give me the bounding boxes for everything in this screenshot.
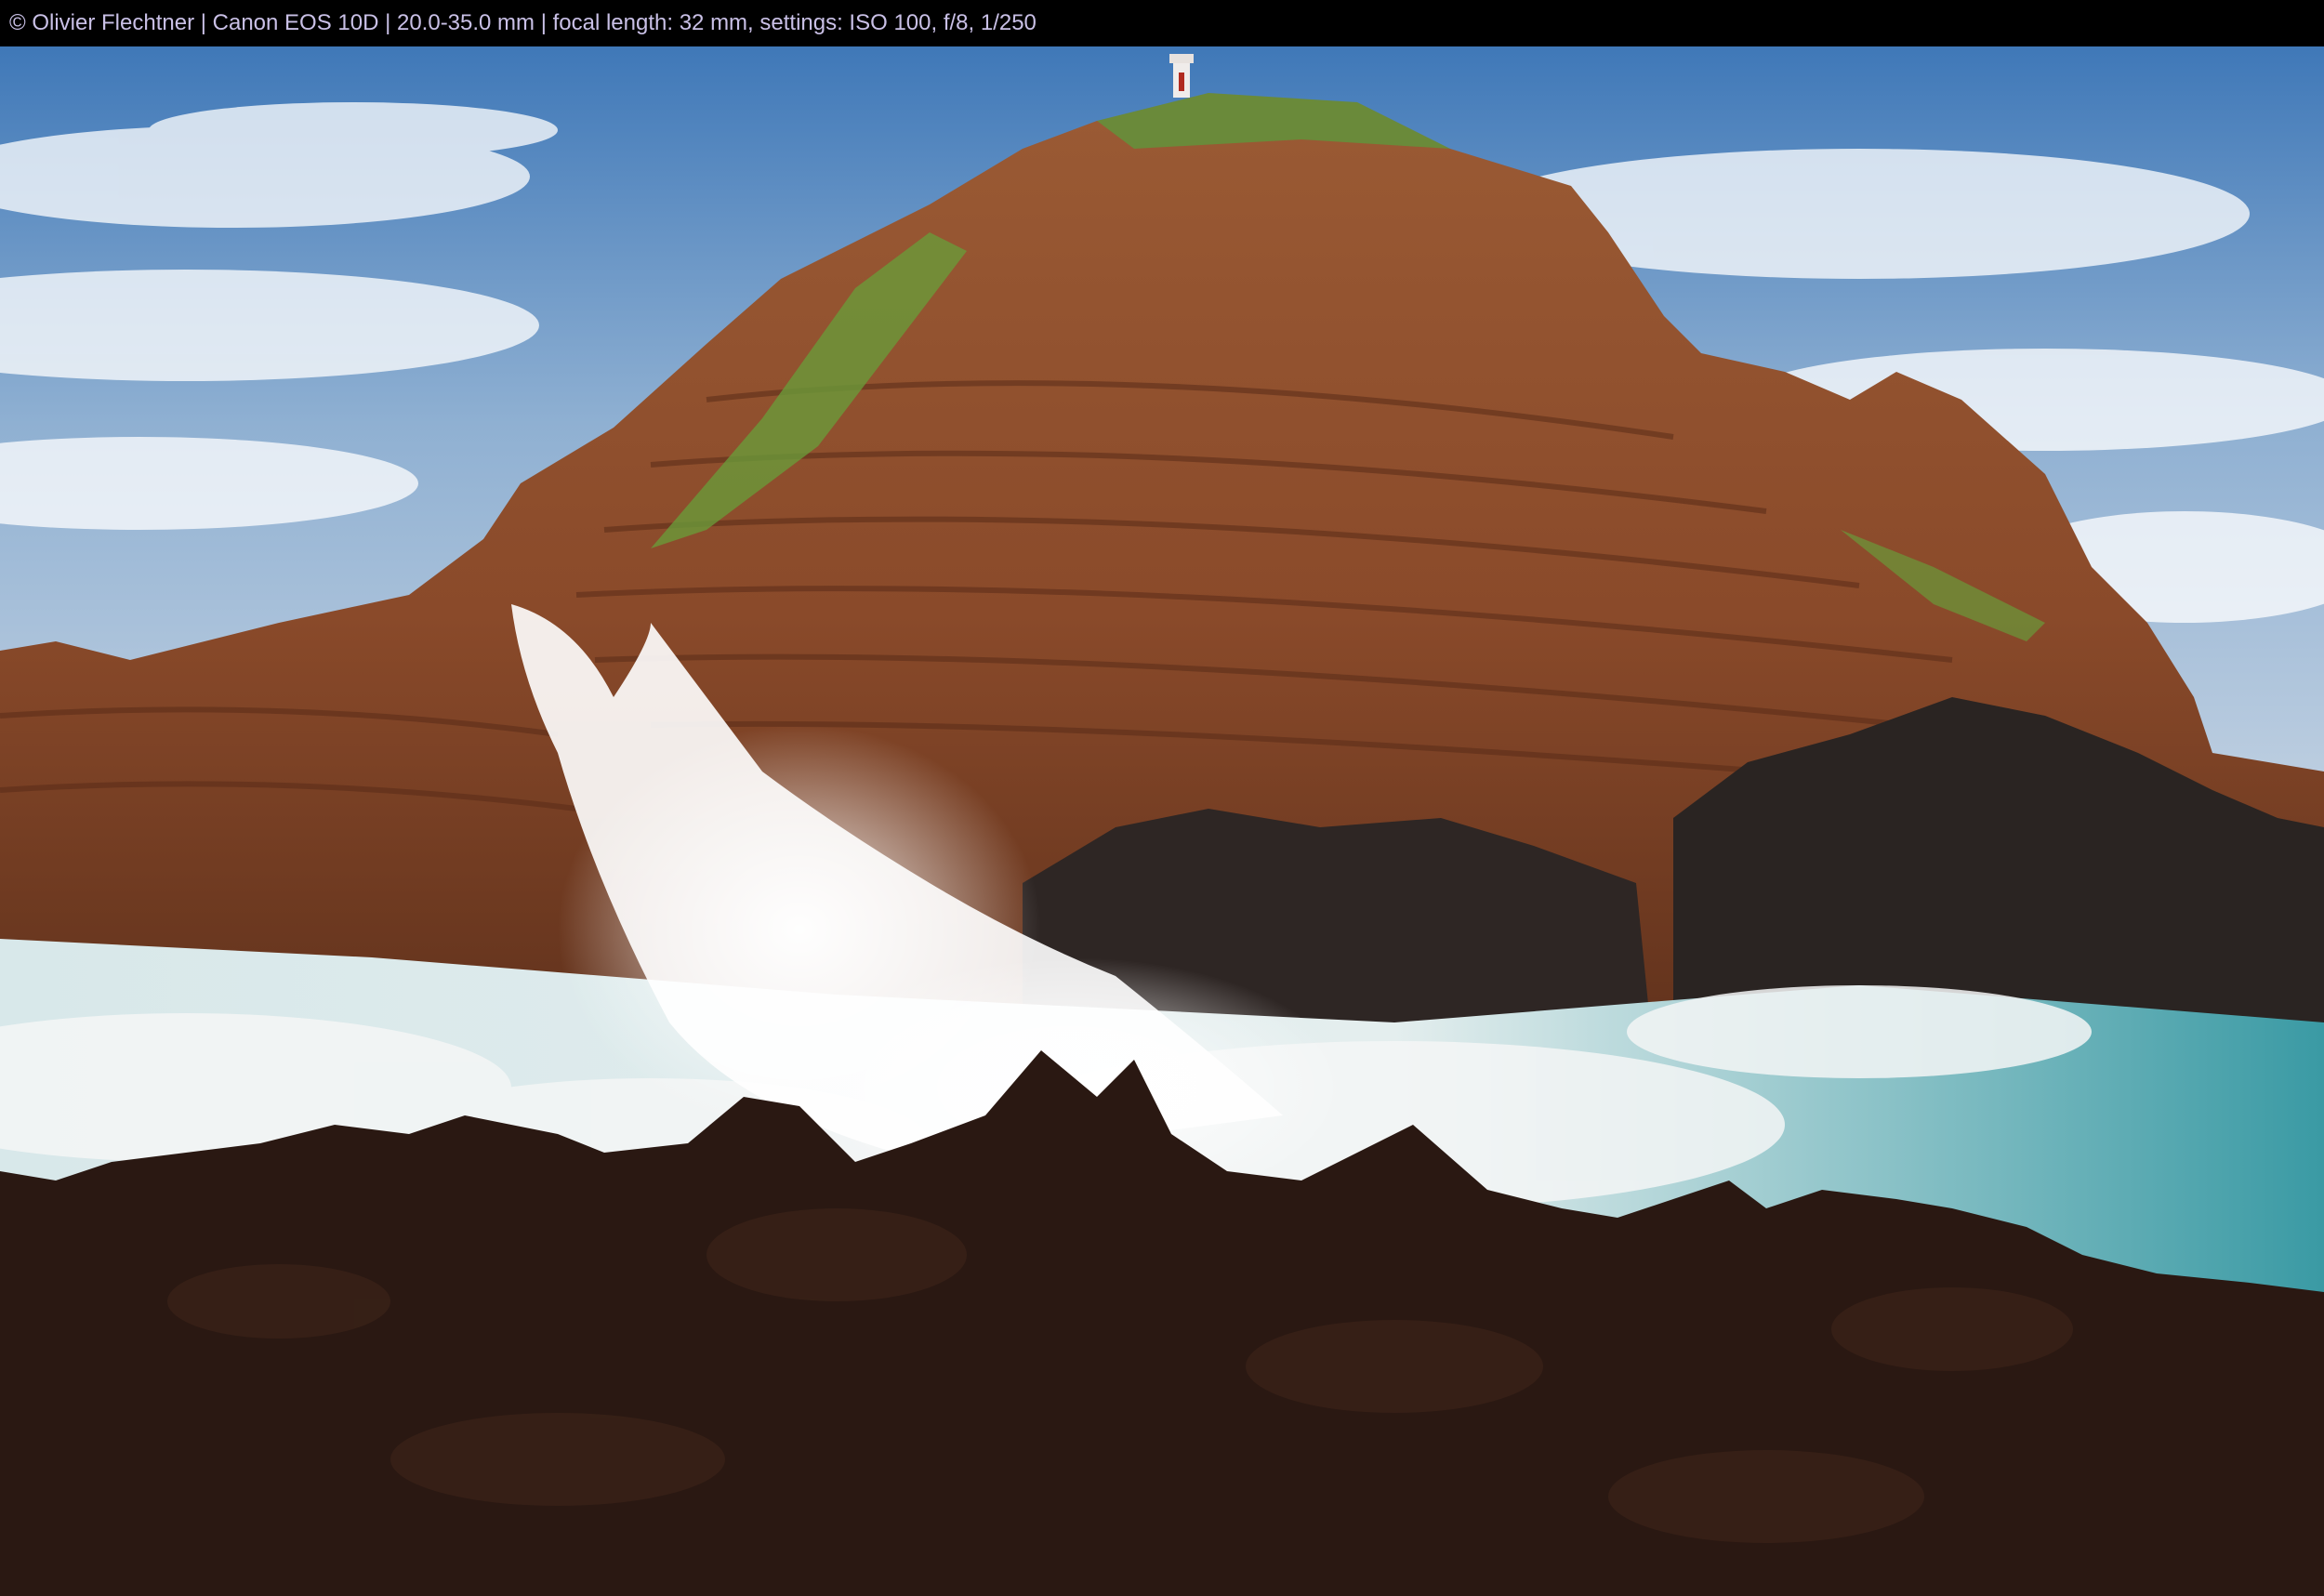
caption-bar: © Olivier Flechtner | Canon EOS 10D | 20… (0, 0, 2324, 46)
photo-image (0, 46, 2324, 1596)
photo-caption: © Olivier Flechtner | Canon EOS 10D | 20… (9, 10, 1037, 35)
photo-viewer: © Olivier Flechtner | Canon EOS 10D | 20… (0, 0, 2324, 1596)
photo (0, 46, 2324, 1596)
